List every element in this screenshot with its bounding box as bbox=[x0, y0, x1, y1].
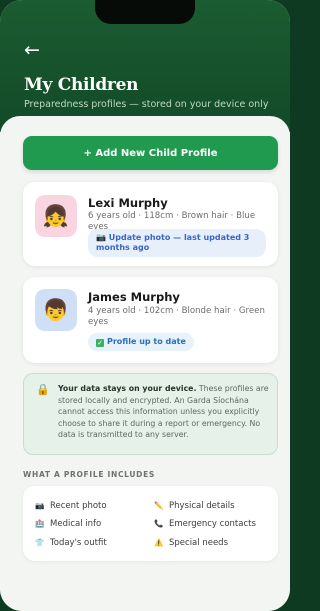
privacy-notice: 🔒 Your data stays on your device. These … bbox=[23, 373, 278, 455]
phone-icon: 📞 bbox=[154, 519, 164, 528]
privacy-notice-bold: Your data stays on your device. bbox=[58, 384, 197, 393]
child-details: 4 years old · 102cm · Blonde hair · Gree… bbox=[88, 306, 265, 327]
include-label: Emergency contacts bbox=[169, 519, 256, 529]
phone-screen: ← My Children Preparedness profiles — st… bbox=[0, 0, 290, 611]
profile-status-text: Profile up to date bbox=[107, 337, 186, 346]
child-avatar-icon: 👧 bbox=[35, 195, 77, 237]
child-name: James Murphy bbox=[88, 290, 180, 304]
add-child-profile-button[interactable]: + Add New Child Profile bbox=[23, 136, 278, 170]
child-card-james[interactable]: 👦 James Murphy 4 years old · 102cm · Blo… bbox=[23, 277, 278, 363]
back-arrow-icon[interactable]: ← bbox=[24, 40, 40, 60]
include-item-outfit: 👕 Today's outfit bbox=[35, 538, 107, 548]
medical-icon: 🏥 bbox=[35, 519, 45, 528]
privacy-notice-text: Your data stays on your device. These pr… bbox=[58, 383, 270, 441]
include-label: Today's outfit bbox=[50, 538, 107, 548]
include-item-special-needs: ⚠️ Special needs bbox=[154, 538, 228, 548]
profile-includes-card: 📷 Recent photo ✏️ Physical details 🏥 Medica… bbox=[23, 486, 278, 561]
child-card-lexi[interactable]: 👧 Lexi Murphy 6 years old · 118cm · Brow… bbox=[23, 182, 278, 266]
child-avatar-icon: 👦 bbox=[35, 289, 77, 331]
update-photo-badge[interactable]: 📷 Update photo — last updated 3 months a… bbox=[88, 229, 266, 257]
warning-icon: ⚠️ bbox=[154, 538, 164, 547]
profile-status-badge: ✓ Profile up to date bbox=[88, 333, 194, 351]
pencil-icon: ✏️ bbox=[154, 501, 164, 510]
include-item-contacts: 📞 Emergency contacts bbox=[154, 519, 256, 529]
include-label: Special needs bbox=[169, 538, 228, 548]
page-title: My Children bbox=[24, 75, 139, 95]
include-item-medical: 🏥 Medical info bbox=[35, 519, 101, 529]
checkmark-icon: ✓ bbox=[96, 339, 104, 347]
include-label: Medical info bbox=[50, 519, 102, 529]
include-item-photo: 📷 Recent photo bbox=[35, 501, 107, 511]
include-item-physical: ✏️ Physical details bbox=[154, 501, 235, 511]
include-label: Recent photo bbox=[50, 501, 107, 511]
includes-heading: WHAT A PROFILE INCLUDES bbox=[23, 470, 156, 479]
camera-icon: 📷 bbox=[35, 501, 45, 510]
page-subtitle: Preparedness profiles — stored on your d… bbox=[24, 99, 269, 110]
include-label: Physical details bbox=[169, 501, 235, 511]
device-notch bbox=[95, 0, 195, 24]
lock-icon: 🔒 bbox=[36, 383, 50, 396]
child-name: Lexi Murphy bbox=[88, 196, 168, 210]
shirt-icon: 👕 bbox=[35, 538, 45, 547]
